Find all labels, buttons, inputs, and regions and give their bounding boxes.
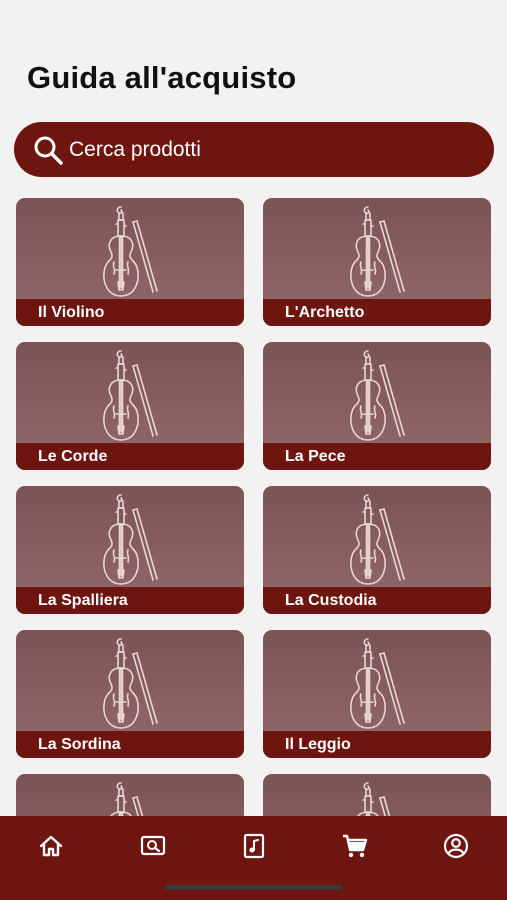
violin-icon	[110, 782, 144, 816]
category-label: La Pece	[285, 447, 346, 465]
search-screen-icon	[140, 835, 166, 856]
violin-icon	[350, 638, 405, 729]
category-grid: Il Violino L'Archetto Le Corde La Pece L…	[16, 198, 491, 816]
search-icon	[34, 136, 63, 165]
category-card[interactable]: L'Archetto	[263, 198, 491, 326]
tab-home[interactable]	[31, 828, 71, 864]
category-card[interactable]: La Sordina	[16, 630, 244, 758]
cart-icon	[343, 834, 368, 858]
category-label: Le Corde	[38, 447, 108, 465]
category-label-bar: La Sordina	[16, 731, 244, 758]
category-label-bar: Il Leggio	[263, 731, 491, 758]
category-card[interactable]: La Spalliera	[16, 486, 244, 614]
category-label-bar: Le Corde	[16, 443, 244, 470]
category-label-bar: La Custodia	[263, 587, 491, 614]
page-title: Guida all'acquisto	[27, 60, 297, 95]
tab-cart[interactable]	[335, 828, 375, 864]
home-indicator	[165, 885, 343, 890]
violin-icon	[350, 206, 405, 297]
violin-icon	[350, 350, 405, 441]
category-card[interactable]: Il Violino	[16, 198, 244, 326]
category-label-bar: La Pece	[263, 443, 491, 470]
search-placeholder[interactable]: Cerca prodotti	[69, 138, 201, 162]
category-card[interactable]: Le Corde	[16, 342, 244, 470]
tab-bar	[0, 816, 507, 900]
home-icon	[39, 835, 63, 857]
music-sheet-icon	[243, 833, 265, 859]
category-label-bar: Il Violino	[16, 299, 244, 326]
category-card[interactable]	[16, 774, 244, 816]
category-label: L'Archetto	[285, 303, 365, 321]
violin-icon	[357, 782, 391, 816]
violin-icon	[103, 494, 158, 585]
tab-music[interactable]	[234, 828, 274, 864]
violin-icon	[103, 350, 158, 441]
category-card[interactable]: La Custodia	[263, 486, 491, 614]
category-label: Il Leggio	[285, 735, 351, 753]
category-label: La Sordina	[38, 735, 121, 753]
violin-icon	[350, 494, 405, 585]
category-card[interactable]	[263, 774, 491, 816]
category-label-bar: La Spalliera	[16, 587, 244, 614]
category-label: La Spalliera	[38, 591, 128, 609]
tab-search[interactable]	[133, 828, 173, 864]
category-label-bar: L'Archetto	[263, 299, 491, 326]
tab-account[interactable]	[436, 828, 476, 864]
category-label: Il Violino	[38, 303, 105, 321]
account-icon	[443, 833, 469, 859]
category-card[interactable]: La Pece	[263, 342, 491, 470]
violin-icon	[103, 206, 158, 297]
violin-icon	[103, 638, 158, 729]
category-card[interactable]: Il Leggio	[263, 630, 491, 758]
category-label: La Custodia	[285, 591, 377, 609]
search-bar[interactable]: Cerca prodotti	[14, 122, 494, 177]
